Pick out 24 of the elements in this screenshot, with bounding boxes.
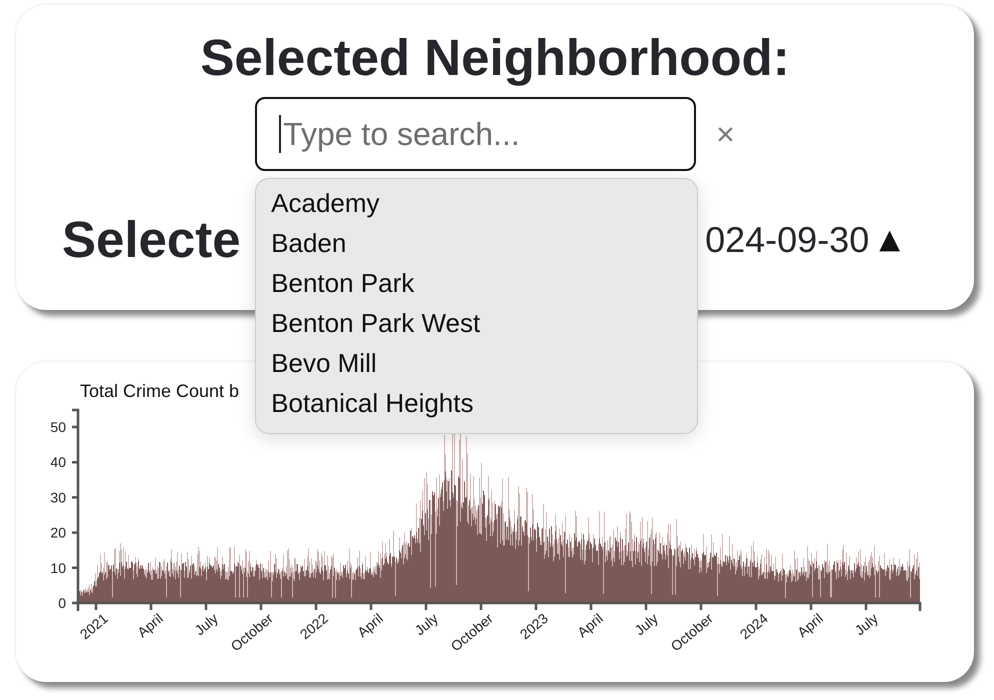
y-tick-label: 0: [58, 595, 66, 611]
y-tick-label: 40: [50, 454, 66, 470]
chart-title: Total Crime Count b: [80, 381, 240, 402]
y-tick-label: 10: [50, 560, 66, 576]
dropdown-option[interactable]: Benton Park West: [256, 303, 698, 343]
dropdown-option[interactable]: Botanical Heights: [256, 383, 698, 423]
dropdown-option[interactable]: Academy: [256, 183, 698, 223]
date-range-label: Selecte: [62, 215, 241, 265]
text-cursor-icon: [279, 115, 282, 153]
x-tick-label: July: [192, 610, 221, 638]
date-text: 024-09-30: [705, 218, 870, 262]
dropdown-option[interactable]: Baden: [256, 223, 698, 263]
search-field[interactable]: Type to search...: [255, 97, 696, 171]
dropdown-option[interactable]: Benton Park: [256, 263, 698, 303]
y-tick-label: 30: [50, 489, 66, 506]
dropdown-option[interactable]: Bevo Mill: [256, 343, 698, 383]
x-tick-label: July: [412, 610, 441, 638]
clear-button[interactable]: ×: [716, 118, 735, 150]
y-tick-label: 50: [50, 419, 66, 435]
y-tick-label: 20: [50, 524, 66, 541]
panel-title: Selected Neighborhood:: [200, 29, 790, 87]
x-tick-label: July: [852, 610, 881, 638]
x-tick-label: July: [632, 610, 661, 638]
toggle-button[interactable]: ▲: [879, 225, 900, 255]
